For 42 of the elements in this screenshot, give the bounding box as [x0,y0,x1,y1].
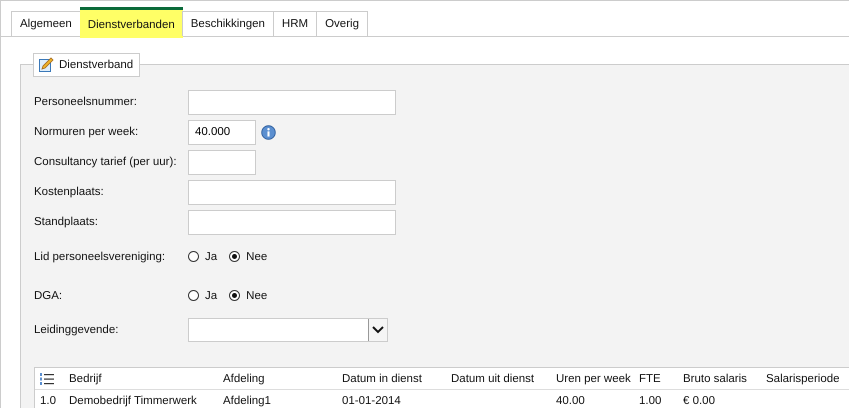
edit-document-icon [38,57,54,73]
table-cell-text: 40.00 [556,394,586,406]
column-header[interactable]: Bedrijf [69,372,223,384]
input-field[interactable]: 40.000 [188,120,256,144]
radio-option[interactable]: Ja [188,290,218,302]
input-field[interactable] [188,210,396,234]
table-cell-text: € 0.00 [683,394,716,406]
column-header[interactable]: Datum uit dienst [451,372,556,384]
info-icon[interactable] [261,124,276,140]
table-cell-text: Afdeling1 [223,394,272,406]
field-label: Normuren per week: [34,126,140,138]
input-field[interactable] [188,180,396,204]
tab[interactable]: Overig [316,11,368,36]
radio-option[interactable]: Nee [229,290,268,302]
section-title[interactable]: Dienstverband [33,53,140,77]
table-cell-text: 01-01-2014 [342,394,402,406]
numbered-list-icon[interactable] [40,372,54,384]
field-label: Lid personeelsvereniging: [34,250,166,262]
dropdown-field[interactable] [188,318,388,342]
field-label: Leidinggevende: [34,324,120,336]
radio-option[interactable]: Nee [229,250,268,262]
table-cell-text: Demobedrijf Timmerwerk [69,394,198,406]
tab[interactable]: Dienstverbanden [80,7,183,38]
input-field[interactable] [188,90,396,114]
column-header[interactable]: Uren per week [556,372,639,384]
row-number: 1.0 [40,394,57,406]
caret-icon [372,326,384,334]
column-header[interactable]: Bruto salaris [683,372,766,384]
tab[interactable]: Beschikkingen [182,11,274,36]
radio-option[interactable]: Ja [188,250,218,262]
tab[interactable]: Algemeen [11,11,81,36]
column-header[interactable]: Afdeling [223,372,342,384]
input-field[interactable] [188,150,256,174]
column-header[interactable]: Datum in dienst [342,372,451,384]
field-label: Kostenplaats: [34,186,105,198]
field-label: Standplaats: [34,216,99,228]
field-label: DGA: [34,290,64,302]
field-label: Personeelsnummer: [34,96,138,108]
field-label: Consultancy tarief (per uur): [34,156,178,168]
table-cell-text: 1.00 [639,394,662,406]
column-header[interactable]: Salarisperiode [766,372,849,384]
column-header[interactable]: FTE [639,372,683,384]
